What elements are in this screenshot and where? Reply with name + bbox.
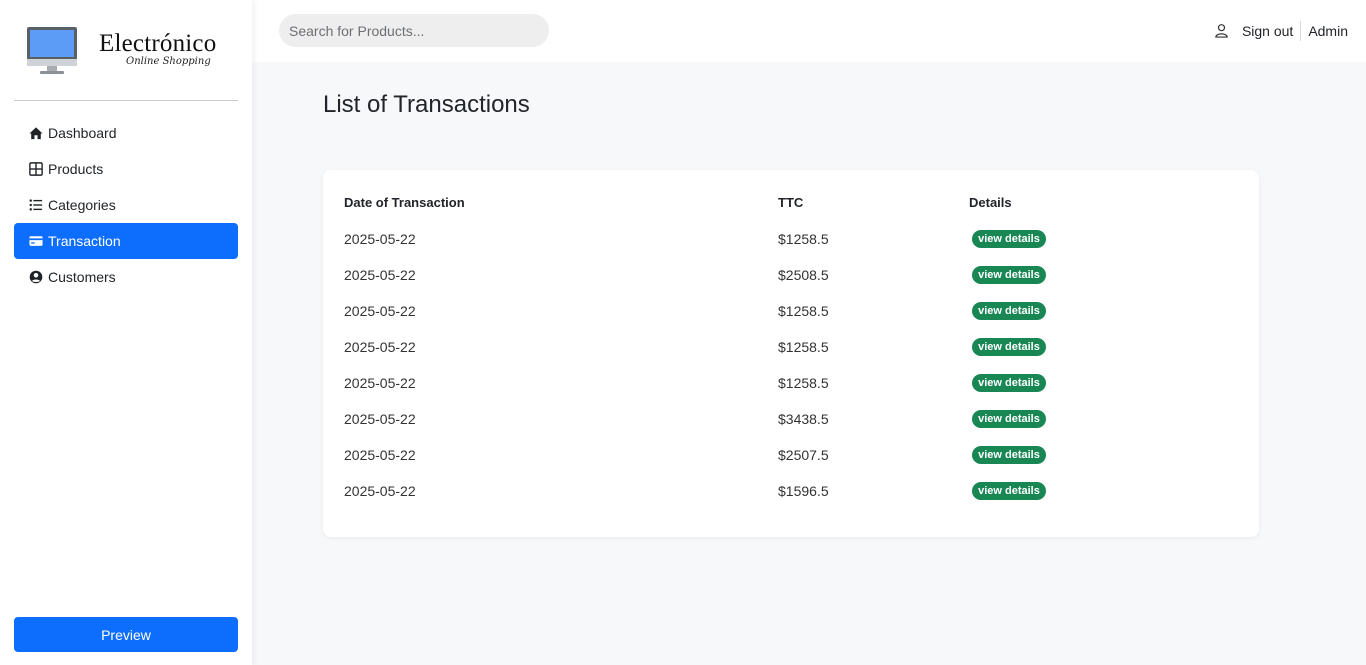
sign-out-link[interactable]: Sign out <box>1242 23 1293 39</box>
transaction-ttc: $1258.5 <box>778 375 829 391</box>
transaction-date: 2025-05-22 <box>344 411 416 427</box>
sidebar-item-label: Dashboard <box>48 125 117 141</box>
transaction-ttc: $1258.5 <box>778 339 829 355</box>
transaction-date: 2025-05-22 <box>344 267 416 283</box>
table-row: 2025-05-22 $1596.5 view details <box>323 473 1259 509</box>
sidebar-item-customers[interactable]: Customers <box>14 259 238 295</box>
sidebar-item-products[interactable]: Products <box>14 151 238 187</box>
page-title: List of Transactions <box>323 91 530 118</box>
grid-icon <box>28 161 44 177</box>
table-row: 2025-05-22 $3438.5 view details <box>323 401 1259 437</box>
sidebar-divider <box>14 100 238 101</box>
preview-button[interactable]: Preview <box>14 617 238 652</box>
view-details-button[interactable]: view details <box>972 446 1046 464</box>
transaction-date: 2025-05-22 <box>344 303 416 319</box>
sidebar: Electrónico Online Shopping Dashboard Pr… <box>0 0 252 665</box>
view-details-button[interactable]: view details <box>972 374 1046 392</box>
admin-label: Admin <box>1308 23 1348 39</box>
person-circle-icon <box>28 269 44 285</box>
sidebar-item-categories[interactable]: Categories <box>14 187 238 223</box>
transaction-date: 2025-05-22 <box>344 375 416 391</box>
sidebar-item-dashboard[interactable]: Dashboard <box>14 115 238 151</box>
search-input[interactable] <box>279 14 549 47</box>
transaction-ttc: $2508.5 <box>778 267 829 283</box>
table-row: 2025-05-22 $1258.5 view details <box>323 293 1259 329</box>
table-row: 2025-05-22 $2507.5 view details <box>323 437 1259 473</box>
column-header-date: Date of Transaction <box>344 195 465 210</box>
user-menu: Sign out Admin <box>1214 20 1348 42</box>
view-details-button[interactable]: view details <box>972 482 1046 500</box>
sidebar-nav: Dashboard Products Categories Transactio… <box>14 115 238 295</box>
view-details-button[interactable]: view details <box>972 338 1046 356</box>
brand-subtitle: Online Shopping <box>126 56 211 67</box>
transaction-ttc: $1596.5 <box>778 483 829 499</box>
table-row: 2025-05-22 $1258.5 view details <box>323 365 1259 401</box>
transaction-date: 2025-05-22 <box>344 483 416 499</box>
view-details-button[interactable]: view details <box>972 266 1046 284</box>
transaction-date: 2025-05-22 <box>344 339 416 355</box>
home-icon <box>28 125 44 141</box>
column-header-details: Details <box>969 195 1012 210</box>
list-icon <box>28 197 44 213</box>
view-details-button[interactable]: view details <box>972 302 1046 320</box>
credit-card-icon <box>28 233 44 249</box>
sidebar-item-label: Customers <box>48 269 116 285</box>
transaction-ttc: $1258.5 <box>778 231 829 247</box>
brand-title: Electrónico <box>99 30 217 57</box>
sidebar-item-transaction[interactable]: Transaction <box>14 223 238 259</box>
sidebar-item-label: Categories <box>48 197 116 213</box>
table-row: 2025-05-22 $1258.5 view details <box>323 221 1259 257</box>
transaction-date: 2025-05-22 <box>344 447 416 463</box>
sidebar-item-label: Transaction <box>48 233 121 249</box>
transaction-ttc: $2507.5 <box>778 447 829 463</box>
sidebar-item-label: Products <box>48 161 104 177</box>
transaction-ttc: $3438.5 <box>778 411 829 427</box>
view-details-button[interactable]: view details <box>972 410 1046 428</box>
user-icon[interactable] <box>1214 23 1230 39</box>
brand-logo[interactable]: Electrónico Online Shopping <box>26 26 236 82</box>
computer-monitor-icon <box>27 27 77 74</box>
transaction-date: 2025-05-22 <box>344 231 416 247</box>
table-row: 2025-05-22 $1258.5 view details <box>323 329 1259 365</box>
view-details-button[interactable]: view details <box>972 230 1046 248</box>
table-row: 2025-05-22 $2508.5 view details <box>323 257 1259 293</box>
column-header-ttc: TTC <box>778 195 804 210</box>
transaction-ttc: $1258.5 <box>778 303 829 319</box>
top-bar: Sign out Admin <box>252 0 1366 62</box>
header-divider <box>1300 21 1302 41</box>
